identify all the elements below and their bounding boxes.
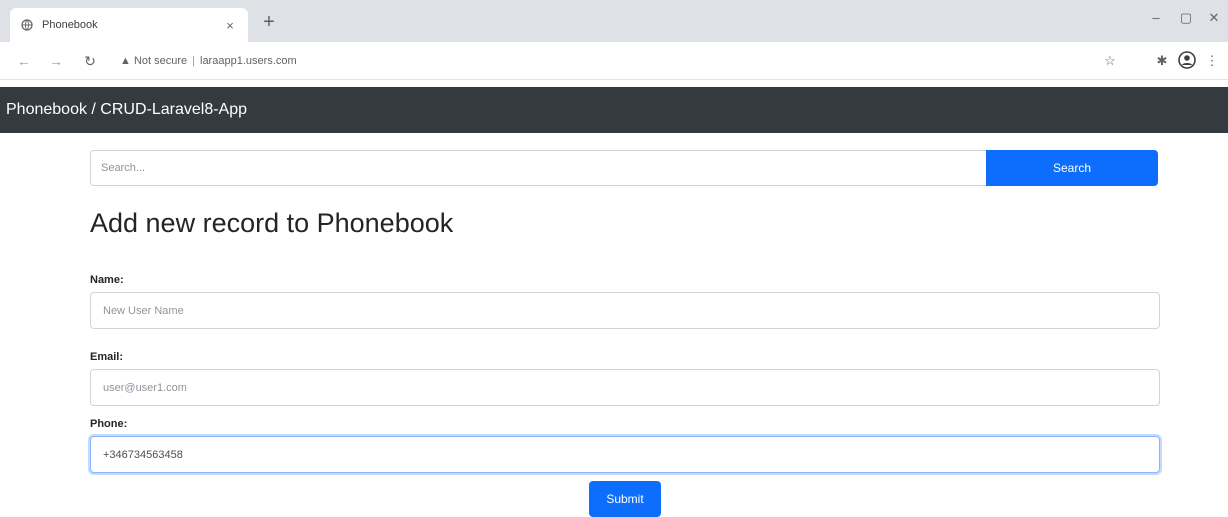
forward-icon[interactable]: → bbox=[46, 51, 66, 71]
browser-toolbar: ← → ↻ ▲ Not secure | laraapp1.users.com … bbox=[0, 42, 1228, 80]
search-form: Search bbox=[90, 150, 1160, 186]
url-separator: | bbox=[192, 55, 195, 67]
minimize-icon[interactable]: – bbox=[1142, 10, 1170, 25]
phone-input[interactable] bbox=[90, 436, 1160, 473]
phone-label: Phone: bbox=[90, 418, 128, 430]
globe-icon bbox=[20, 18, 34, 32]
tab-close-icon[interactable]: × bbox=[222, 18, 238, 33]
navbar-brand[interactable]: Phonebook / CRUD-Laravel8-App bbox=[6, 101, 247, 119]
browser-tabstrip: Phonebook × + – ▢ ✕ bbox=[0, 0, 1228, 42]
tab-title: Phonebook bbox=[42, 19, 98, 31]
name-label: Name: bbox=[90, 274, 124, 286]
back-icon[interactable]: ← bbox=[14, 51, 34, 71]
app-navbar: Phonebook / CRUD-Laravel8-App bbox=[0, 87, 1228, 133]
search-input[interactable] bbox=[90, 150, 986, 186]
menu-icon[interactable]: ⋮ bbox=[1204, 51, 1220, 71]
star-icon[interactable]: ☆ bbox=[1100, 51, 1120, 71]
name-field-group: Name: bbox=[90, 274, 1160, 329]
url-text[interactable]: laraapp1.users.com bbox=[200, 55, 297, 67]
main-container: Search Add new record to Phonebook Name:… bbox=[90, 150, 1160, 517]
phone-field-group: Phone: bbox=[90, 418, 1160, 473]
page-title: Add new record to Phonebook bbox=[90, 208, 454, 238]
not-secure-warning[interactable]: ▲ Not secure bbox=[120, 55, 187, 67]
name-input[interactable] bbox=[90, 292, 1160, 329]
reload-icon[interactable]: ↻ bbox=[80, 51, 100, 71]
profile-icon[interactable] bbox=[1176, 51, 1198, 71]
submit-button[interactable]: Submit bbox=[589, 481, 661, 517]
close-window-icon[interactable]: ✕ bbox=[1200, 10, 1228, 26]
search-button[interactable]: Search bbox=[986, 150, 1158, 186]
email-label: Email: bbox=[90, 351, 124, 363]
address-bar[interactable]: ▲ Not secure | laraapp1.users.com bbox=[112, 48, 1092, 74]
extensions-icon[interactable]: ✱ bbox=[1152, 51, 1172, 71]
restore-icon[interactable]: ▢ bbox=[1172, 10, 1200, 26]
email-field-group: Email: bbox=[90, 351, 1160, 406]
email-input[interactable] bbox=[90, 369, 1160, 406]
new-tab-button[interactable]: + bbox=[258, 12, 280, 34]
browser-tab[interactable]: Phonebook × bbox=[10, 8, 248, 42]
